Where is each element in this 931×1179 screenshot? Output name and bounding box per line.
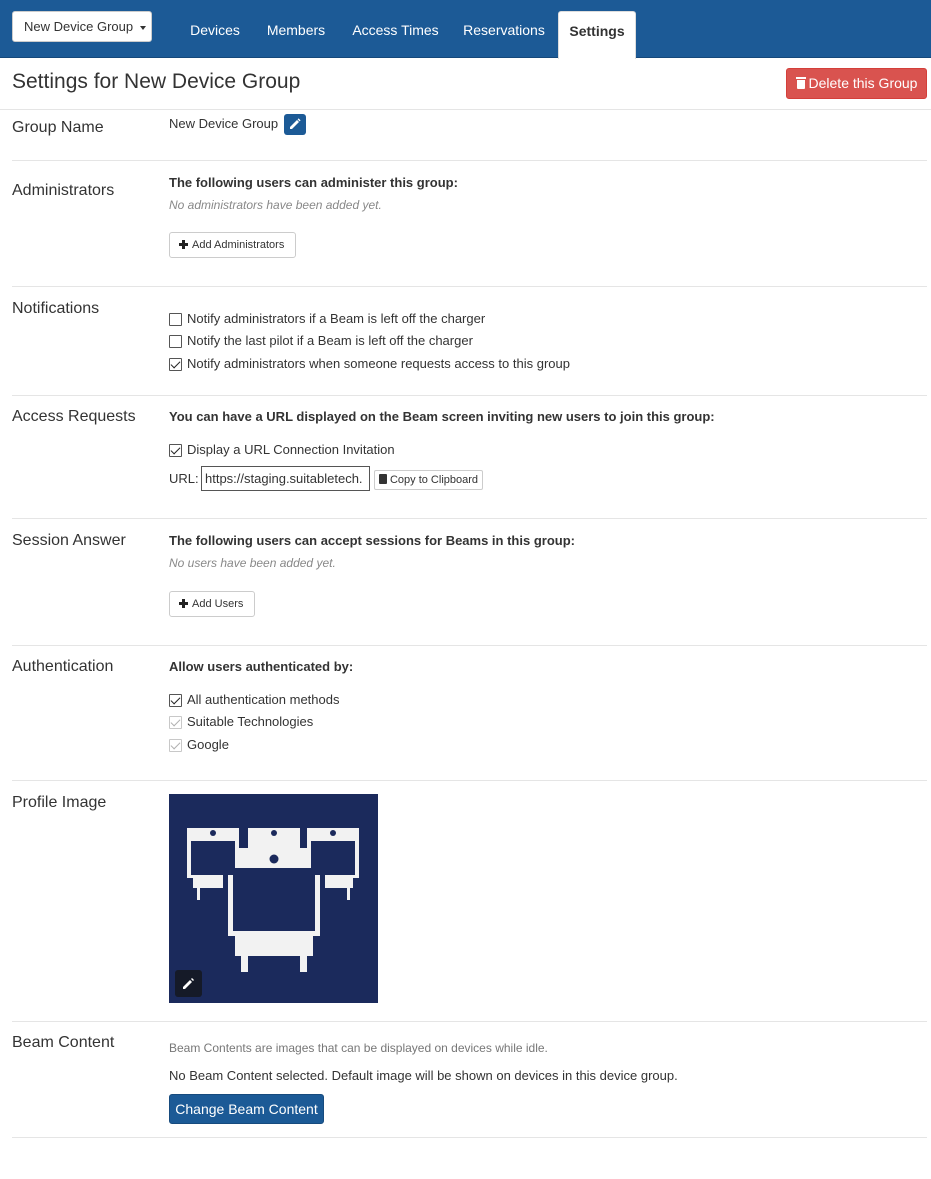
notify-last-pilot-checkbox[interactable]: [169, 335, 182, 348]
add-users-label: Add Users: [192, 598, 244, 610]
session-answer-heading: The following users can accept sessions …: [169, 533, 575, 548]
divider: [12, 780, 927, 781]
delete-group-label: Delete this Group: [808, 75, 918, 91]
pencil-icon: [183, 978, 194, 989]
divider: [0, 109, 931, 110]
checkbox-label: Display a URL Connection Invitation: [187, 442, 395, 457]
divider: [12, 1021, 927, 1022]
checkbox-label: Notify the last pilot if a Beam is left …: [187, 333, 473, 348]
display-url-checkbox[interactable]: [169, 444, 182, 457]
section-label-profile-image: Profile Image: [12, 794, 107, 811]
beam-content-description: Beam Contents are images that can be dis…: [169, 1041, 548, 1055]
divider: [12, 1137, 927, 1138]
edit-profile-image-button[interactable]: [175, 970, 202, 997]
checkbox-label: Suitable Technologies: [187, 714, 314, 729]
session-answer-empty-text: No users have been added yet.: [169, 556, 336, 570]
plus-icon: [179, 240, 188, 249]
delete-group-button[interactable]: Delete this Group: [786, 68, 927, 99]
tab-access-times[interactable]: Access Times: [344, 11, 447, 58]
trash-icon: [795, 77, 806, 89]
page-title: Settings for New Device Group: [12, 70, 301, 93]
url-field[interactable]: [201, 466, 370, 491]
checkbox-label: All authentication methods: [187, 692, 340, 707]
section-label-authentication: Authentication: [12, 658, 114, 675]
section-label-access-requests: Access Requests: [12, 408, 136, 425]
divider: [12, 518, 927, 519]
group-selector-dropdown[interactable]: New Device Group: [12, 11, 152, 42]
divider: [12, 160, 927, 161]
pencil-icon: [290, 118, 301, 129]
add-users-button[interactable]: Add Users: [169, 591, 255, 617]
administrators-heading: The following users can administer this …: [169, 175, 458, 190]
group-name-value: New Device Group: [169, 116, 279, 131]
clipboard-icon: [378, 474, 387, 484]
top-navbar: New Device Group Devices Members Access …: [0, 0, 931, 59]
checkbox-label: Notify administrators if a Beam is left …: [187, 311, 486, 326]
beam-content-status: No Beam Content selected. Default image …: [169, 1068, 678, 1083]
authentication-heading: Allow users authenticated by:: [169, 659, 354, 674]
copy-to-clipboard-button[interactable]: Copy to Clipboard: [374, 470, 483, 490]
group-selector-label: New Device Group: [24, 19, 134, 34]
add-administrators-label: Add Administrators: [192, 239, 285, 251]
edit-group-name-button[interactable]: [284, 114, 306, 135]
tab-devices[interactable]: Devices: [182, 11, 248, 58]
divider: [12, 286, 927, 287]
copy-to-clipboard-label: Copy to Clipboard: [389, 474, 479, 486]
caret-down-icon: [139, 25, 146, 30]
checkbox-label: Notify administrators when someone reque…: [187, 356, 570, 371]
auth-suitable-checkbox: [169, 716, 182, 729]
section-label-group-name: Group Name: [12, 119, 104, 136]
notify-access-request-checkbox[interactable]: [169, 358, 182, 371]
section-label-session-answer: Session Answer: [12, 532, 126, 549]
auth-all-methods-checkbox[interactable]: [169, 694, 182, 707]
plus-icon: [179, 599, 188, 608]
url-label: URL:: [169, 471, 199, 486]
checkbox-label: Google: [187, 737, 229, 752]
tab-reservations[interactable]: Reservations: [457, 11, 551, 58]
tab-members[interactable]: Members: [258, 11, 334, 58]
administrators-empty-text: No administrators have been added yet.: [169, 198, 382, 212]
change-beam-content-button[interactable]: Change Beam Content: [169, 1094, 324, 1124]
access-requests-heading: You can have a URL displayed on the Beam…: [169, 409, 715, 424]
section-label-administrators: Administrators: [12, 182, 115, 199]
add-administrators-button[interactable]: Add Administrators: [169, 232, 296, 258]
tab-settings[interactable]: Settings: [558, 11, 636, 59]
notify-admins-off-charger-checkbox[interactable]: [169, 313, 182, 326]
section-label-notifications: Notifications: [12, 300, 100, 317]
divider: [12, 395, 927, 396]
auth-google-checkbox: [169, 739, 182, 752]
divider: [12, 645, 927, 646]
section-label-beam-content: Beam Content: [12, 1034, 115, 1051]
